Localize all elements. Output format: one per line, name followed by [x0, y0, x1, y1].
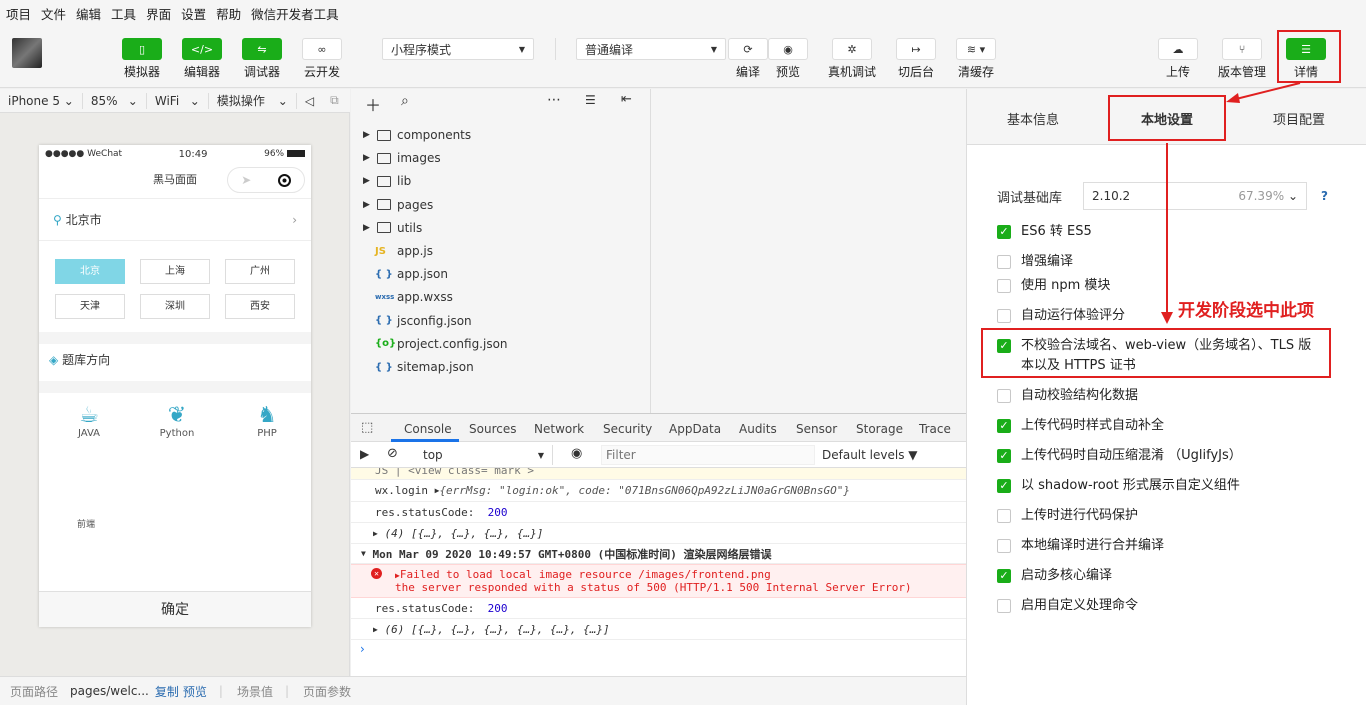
arrow-line-top — [1231, 82, 1301, 101]
arrow-head-top — [1226, 93, 1240, 103]
annotation-arrows — [1161, 82, 1301, 324]
arrow-head-down — [1161, 312, 1173, 324]
annotation-text: 开发阶段选中此项 — [1178, 301, 1314, 321]
